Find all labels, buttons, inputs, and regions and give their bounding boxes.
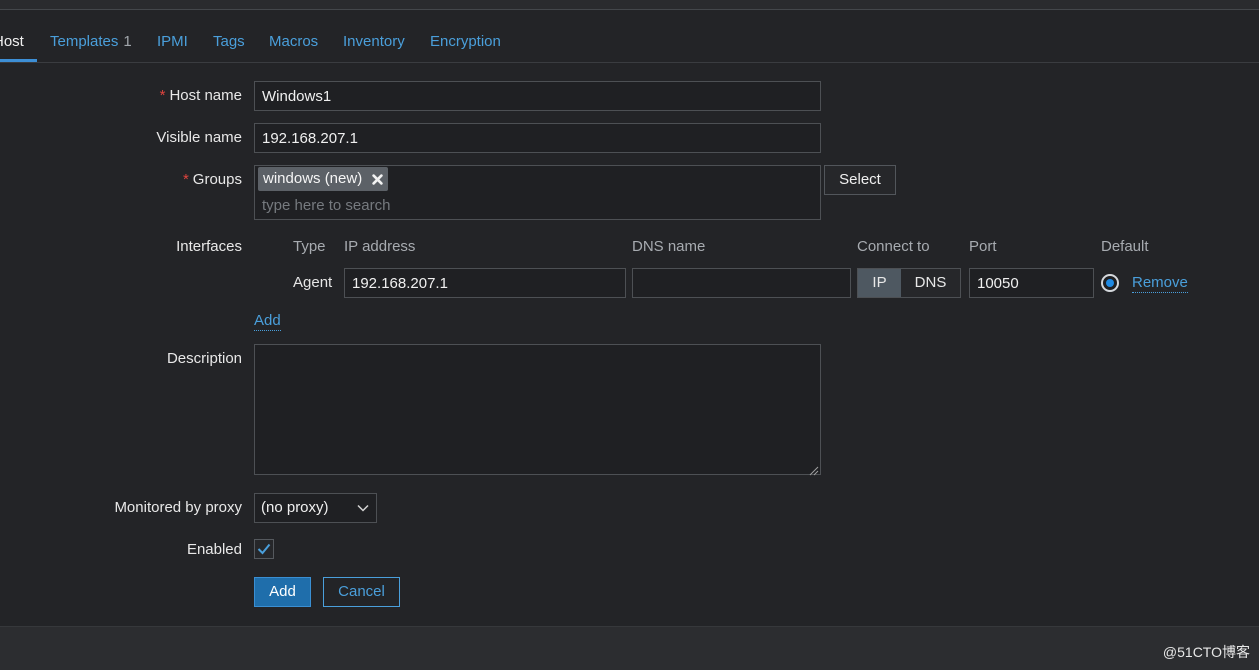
interface-ip-input[interactable] — [344, 268, 626, 298]
groups-search-input[interactable] — [262, 195, 762, 215]
default-interface-radio[interactable] — [1101, 274, 1119, 292]
description-textarea[interactable] — [254, 344, 821, 475]
required-asterisk: * — [159, 87, 166, 104]
interface-port-input[interactable] — [969, 268, 1094, 298]
groups-select-button[interactable]: Select — [824, 165, 896, 195]
tab-label: Macros — [269, 33, 319, 50]
groups-label-text: Groups — [192, 171, 242, 188]
tab-label: Inventory — [343, 33, 405, 50]
interfaces-header-connect: Connect to — [857, 238, 930, 255]
tab-label: Host — [0, 33, 24, 50]
proxy-select-value: (no proxy) — [261, 499, 329, 516]
watermark: @51CTO博客 — [1162, 644, 1250, 660]
description-label: Description — [166, 350, 242, 367]
add-interface-link[interactable]: Add — [254, 311, 281, 331]
tab-label: Templates — [50, 33, 119, 50]
interfaces-header-default: Default — [1101, 238, 1149, 255]
tab-encryption[interactable]: Encryption — [430, 22, 501, 62]
tab-bar: Host Templates1 IPMI Tags Macros Invento… — [0, 22, 1259, 63]
tab-label: IPMI — [157, 33, 188, 50]
groups-label: * Groups — [0, 170, 242, 190]
proxy-label: Monitored by proxy — [114, 499, 242, 516]
group-chip: windows (new) — [258, 167, 389, 191]
active-tab-indicator — [0, 59, 37, 62]
tab-label: Tags — [213, 33, 245, 50]
host-name-input[interactable] — [254, 81, 821, 111]
tab-ipmi[interactable]: IPMI — [157, 22, 188, 62]
visible-name-input[interactable] — [254, 123, 821, 153]
radio-dot — [1106, 279, 1114, 287]
required-asterisk: * — [182, 171, 189, 188]
interface-dns-input[interactable] — [632, 268, 851, 298]
footer-bar — [0, 626, 1259, 670]
host-name-label-text: Host name — [169, 87, 242, 104]
group-chip-label: windows (new) — [263, 170, 363, 187]
add-button[interactable]: Add — [254, 577, 311, 607]
interfaces-header-port: Port — [969, 238, 997, 255]
checkmark-icon — [257, 543, 271, 555]
connect-to-toggle: IP DNS — [857, 268, 961, 298]
connect-dns-option[interactable]: DNS — [901, 269, 960, 297]
groups-multiselect[interactable]: windows (new) — [254, 165, 821, 220]
visible-name-label: Visible name — [156, 129, 242, 146]
enabled-checkbox[interactable] — [254, 539, 274, 559]
tab-inventory[interactable]: Inventory — [343, 22, 405, 62]
tab-count-badge: 1 — [123, 33, 132, 50]
tab-host[interactable]: Host — [0, 22, 24, 62]
interface-type: Agent — [293, 274, 333, 291]
host-name-label: * Host name — [0, 86, 242, 106]
resize-grip-icon[interactable] — [809, 463, 819, 476]
tab-tags[interactable]: Tags — [213, 22, 245, 62]
tab-label: Encryption — [430, 33, 501, 50]
interfaces-header-dns: DNS name — [632, 238, 706, 255]
enabled-label: Enabled — [186, 541, 242, 558]
top-header-bar — [0, 0, 1259, 10]
close-icon[interactable] — [372, 173, 383, 185]
connect-ip-option[interactable]: IP — [858, 269, 901, 297]
proxy-select[interactable]: (no proxy) — [254, 493, 377, 523]
interfaces-label: Interfaces — [176, 238, 242, 255]
cancel-button[interactable]: Cancel — [323, 577, 400, 607]
tab-templates[interactable]: Templates 1 — [50, 22, 132, 62]
remove-interface-link[interactable]: Remove — [1132, 273, 1188, 293]
interfaces-header-type: Type — [293, 238, 326, 255]
tab-macros[interactable]: Macros — [269, 22, 318, 62]
chevron-down-icon — [357, 504, 369, 512]
interfaces-header-ip: IP address — [344, 238, 416, 255]
